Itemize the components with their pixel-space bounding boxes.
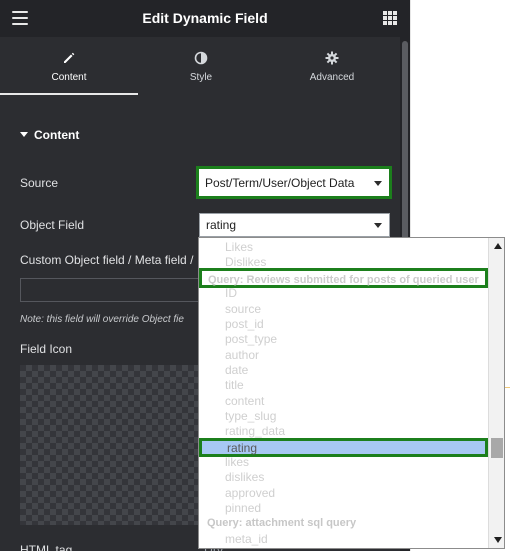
tab-advanced-label: Advanced xyxy=(309,72,355,83)
option-post-id[interactable]: post_id xyxy=(225,317,264,332)
option-source[interactable]: source xyxy=(225,302,261,317)
panel-tabs: Content Style Advanced xyxy=(0,37,400,95)
contrast-icon xyxy=(194,51,208,65)
object-field-dropdown[interactable]: Likes Dislikes Query: Reviews submitted … xyxy=(198,237,505,549)
option-id[interactable]: ID xyxy=(225,286,237,301)
caret-down-icon xyxy=(20,132,28,137)
option-meta-id[interactable]: meta_id xyxy=(225,532,268,547)
section-title: Content xyxy=(34,128,80,142)
option-likes[interactable]: Likes xyxy=(225,240,253,255)
tab-style[interactable]: Style xyxy=(138,37,264,95)
object-field-label: Object Field xyxy=(20,218,85,232)
object-field-select[interactable]: rating xyxy=(199,213,390,237)
tab-advanced[interactable]: Advanced xyxy=(264,37,400,95)
option-pinned[interactable]: pinned xyxy=(225,501,261,516)
option-type-slug[interactable]: type_slug xyxy=(225,409,276,424)
source-select-value: Post/Term/User/Object Data xyxy=(205,175,355,190)
field-icon-label: Field Icon xyxy=(20,342,73,356)
custom-field-label: Custom Object field / Meta field / xyxy=(20,253,194,267)
tab-style-label: Style xyxy=(189,72,213,83)
field-note: Note: this field will override Object fi… xyxy=(20,314,184,325)
source-select[interactable]: Post/Term/User/Object Data xyxy=(196,166,392,199)
panel-header: Edit Dynamic Field xyxy=(0,0,410,37)
option-date[interactable]: date xyxy=(225,363,248,378)
widgets-grid-icon[interactable] xyxy=(383,11,397,25)
section-toggle-content[interactable]: Content xyxy=(20,128,79,142)
scroll-down-arrow-icon[interactable] xyxy=(494,537,502,543)
html-tag-label: HTML tag xyxy=(20,543,73,551)
object-field-select-value: rating xyxy=(206,218,237,232)
panel-title: Edit Dynamic Field xyxy=(142,10,268,26)
option-author[interactable]: author xyxy=(225,348,259,363)
dropdown-scrollbar-thumb[interactable] xyxy=(491,438,503,458)
option-rating-data[interactable]: rating_data xyxy=(225,424,285,439)
chevron-down-icon xyxy=(374,223,382,228)
field-icon-preview[interactable] xyxy=(20,365,200,525)
option-post-type[interactable]: post_type xyxy=(225,332,277,347)
source-label: Source xyxy=(20,176,59,190)
pencil-icon xyxy=(64,52,75,63)
tab-content-label: Content xyxy=(51,72,87,83)
scroll-up-arrow-icon[interactable] xyxy=(494,243,502,249)
option-likes-lower[interactable]: likes xyxy=(225,455,249,470)
option-title[interactable]: title xyxy=(225,378,244,393)
option-group-reviews: Query: Reviews submitted for posts of qu… xyxy=(199,268,488,288)
option-group-attachment: Query: attachment sql query xyxy=(207,517,357,529)
chevron-down-icon xyxy=(374,180,382,186)
option-content[interactable]: content xyxy=(225,394,264,409)
custom-field-input[interactable] xyxy=(20,278,200,302)
option-approved[interactable]: approved xyxy=(225,486,275,501)
dropdown-scrollbar[interactable] xyxy=(488,238,504,548)
option-dislikes-lower[interactable]: dislikes xyxy=(225,470,264,485)
gear-icon xyxy=(325,51,339,65)
tab-content[interactable]: Content xyxy=(0,37,138,95)
